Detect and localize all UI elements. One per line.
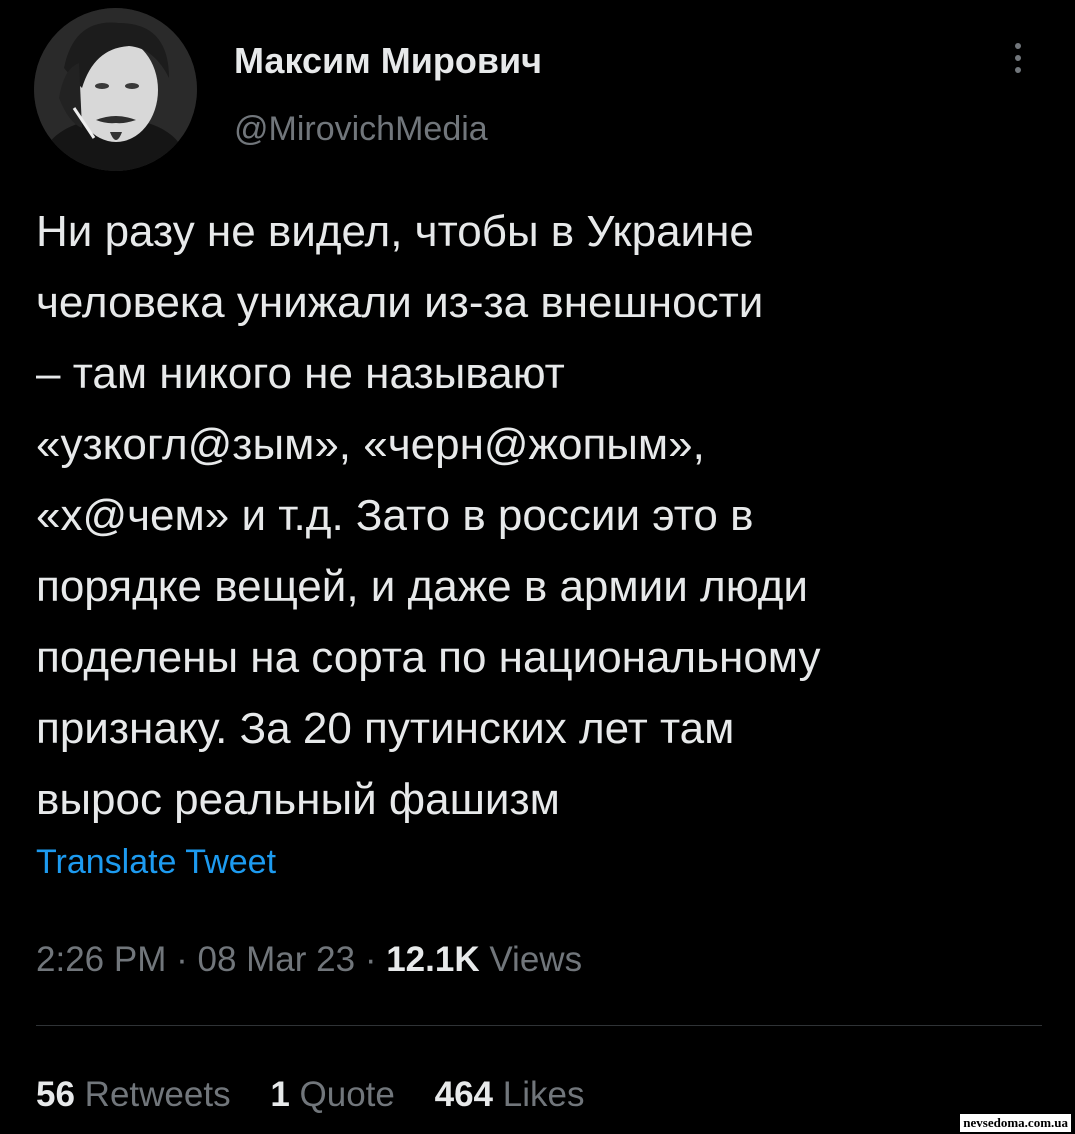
views-label: Views bbox=[489, 940, 583, 979]
tweet-line: Ни разу не видел, чтобы в Украине bbox=[36, 207, 754, 256]
tweet-line: человека унижали из-за внешности bbox=[36, 278, 764, 327]
likes-label: Likes bbox=[502, 1075, 585, 1114]
tweet-line: «узкогл@зым», «черн@жопым», bbox=[36, 420, 705, 469]
author-display-name[interactable]: Максим Мирович bbox=[234, 40, 542, 82]
tweet-date[interactable]: 08 Mar 23 bbox=[197, 940, 355, 979]
tweet-line: порядке вещей, и даже в армии люди bbox=[36, 562, 808, 611]
retweets-count: 56 bbox=[36, 1075, 75, 1114]
tweet-line: поделены на сорта по национальному bbox=[36, 633, 821, 682]
views-count: 12.1K bbox=[386, 940, 480, 979]
author-avatar[interactable] bbox=[34, 8, 197, 171]
tweet-line: вырос реальный фашизм bbox=[36, 775, 560, 824]
avatar-photo-icon bbox=[34, 8, 197, 171]
tweet-text: Ни разу не видел, чтобы в Украине челове… bbox=[36, 196, 1046, 835]
author-handle[interactable]: @MirovichMedia bbox=[234, 110, 488, 149]
meta-separator: · bbox=[364, 940, 377, 979]
more-options-icon[interactable] bbox=[1008, 40, 1028, 80]
translate-tweet-link[interactable]: Translate Tweet bbox=[36, 843, 276, 882]
retweets-label: Retweets bbox=[84, 1075, 231, 1114]
tweet-line: «х@чем» и т.д. Зато в россии это в bbox=[36, 491, 754, 540]
tweet-time[interactable]: 2:26 PM bbox=[36, 940, 166, 979]
quotes-stat[interactable]: 1 Quote bbox=[270, 1075, 395, 1114]
tweet-meta: 2:26 PM · 08 Mar 23 · 12.1K Views bbox=[36, 940, 582, 980]
tweet-line: признаку. За 20 путинских лет там bbox=[36, 704, 735, 753]
likes-stat[interactable]: 464 Likes bbox=[435, 1075, 585, 1114]
quotes-count: 1 bbox=[270, 1075, 290, 1114]
site-watermark: nevsedoma.com.ua bbox=[960, 1114, 1071, 1132]
engagement-stats: 56 Retweets 1 Quote 464 Likes bbox=[36, 1075, 614, 1115]
likes-count: 464 bbox=[434, 1075, 494, 1114]
tweet-line: – там никого не называют bbox=[36, 349, 565, 398]
meta-separator: · bbox=[176, 940, 188, 979]
retweets-stat[interactable]: 56 Retweets bbox=[36, 1075, 231, 1114]
divider bbox=[36, 1025, 1042, 1026]
quotes-label: Quote bbox=[299, 1075, 395, 1114]
